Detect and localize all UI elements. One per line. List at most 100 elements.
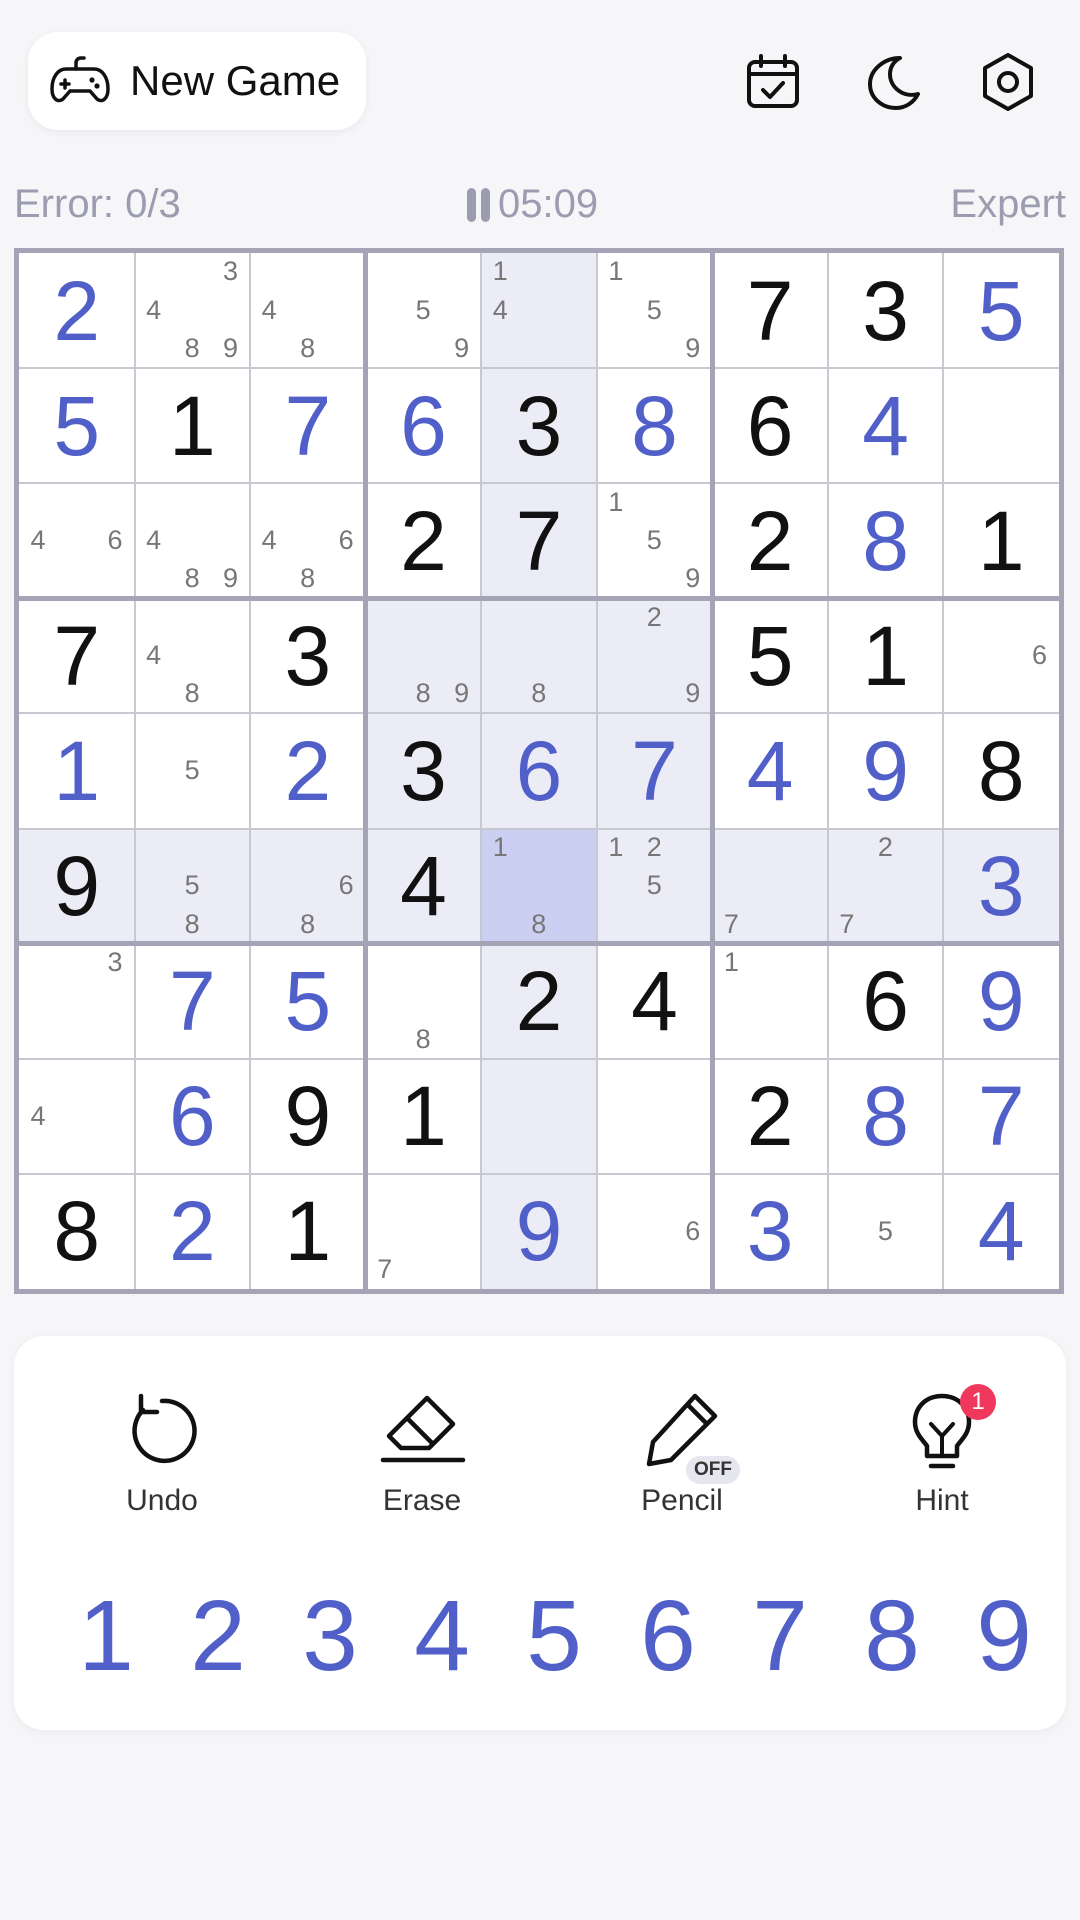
undo-button[interactable]: Undo: [62, 1386, 262, 1536]
moon-icon[interactable]: [860, 50, 924, 114]
cell-r4c5[interactable]: 8: [481, 598, 597, 714]
cell-r2c9[interactable]: [943, 368, 1059, 484]
cell-r4c9[interactable]: 6: [943, 598, 1059, 714]
cell-r5c6[interactable]: 7: [596, 713, 713, 829]
cell-r5c9[interactable]: 8: [943, 713, 1059, 829]
cell-r3c3[interactable]: 4 68: [250, 483, 366, 599]
number-key-3[interactable]: 3: [274, 1576, 386, 1696]
number-key-6[interactable]: 6: [612, 1576, 724, 1696]
cell-r7c8[interactable]: 6: [827, 943, 944, 1059]
cell-r2c7[interactable]: 6: [712, 368, 828, 484]
cell-r7c9[interactable]: 9: [943, 943, 1059, 1059]
cell-r6c3[interactable]: 68: [250, 828, 366, 944]
cell-r9c3[interactable]: 1: [250, 1173, 366, 1289]
cell-r3c9[interactable]: 1: [943, 483, 1059, 599]
cell-r1c4[interactable]: 59: [365, 253, 482, 369]
number-key-8[interactable]: 8: [836, 1576, 948, 1696]
pencil-button[interactable]: OFF Pencil: [582, 1386, 782, 1536]
cell-r9c9[interactable]: 4: [943, 1173, 1059, 1289]
cell-r5c5[interactable]: 6: [481, 713, 597, 829]
cell-r2c2[interactable]: 1: [134, 368, 251, 484]
new-game-button[interactable]: New Game: [28, 32, 366, 130]
calendar-check-icon[interactable]: [741, 50, 805, 114]
cell-r4c8[interactable]: 1: [827, 598, 944, 714]
cell-r9c1[interactable]: 8: [19, 1173, 135, 1289]
pause-icon[interactable]: [464, 186, 494, 224]
cell-r8c5[interactable]: [481, 1058, 597, 1174]
cell-r8c9[interactable]: 7: [943, 1058, 1059, 1174]
cell-r8c2[interactable]: 6: [134, 1058, 251, 1174]
cell-r6c1[interactable]: 9: [19, 828, 135, 944]
hint-button[interactable]: 1 Hint: [842, 1384, 1042, 1536]
cell-r2c8[interactable]: 4: [827, 368, 944, 484]
cell-r1c8[interactable]: 3: [827, 253, 944, 369]
cell-r7c4[interactable]: 8: [365, 943, 482, 1059]
cell-r4c4[interactable]: 89: [365, 598, 482, 714]
cell-r6c9[interactable]: 3: [943, 828, 1059, 944]
cell-r8c7[interactable]: 2: [712, 1058, 828, 1174]
cell-r1c5[interactable]: 14: [481, 253, 597, 369]
cell-r3c5[interactable]: 7: [481, 483, 597, 599]
cell-r9c2[interactable]: 2: [134, 1173, 251, 1289]
cell-r3c2[interactable]: 489: [134, 483, 251, 599]
timer[interactable]: 05:09: [464, 182, 598, 227]
cell-r5c7[interactable]: 4: [712, 713, 828, 829]
cell-r8c4[interactable]: 1: [365, 1058, 482, 1174]
number-key-5[interactable]: 5: [498, 1576, 610, 1696]
cell-r4c6[interactable]: 29: [596, 598, 713, 714]
cell-r1c2[interactable]: 3 489: [134, 253, 251, 369]
cell-r6c4[interactable]: 4: [365, 828, 482, 944]
cell-r9c4[interactable]: 7: [365, 1173, 482, 1289]
cell-r1c3[interactable]: 48: [250, 253, 366, 369]
cell-r5c2[interactable]: 5: [134, 713, 251, 829]
number-key-1[interactable]: 1: [50, 1576, 162, 1696]
cell-r7c2[interactable]: 7: [134, 943, 251, 1059]
settings-hex-icon[interactable]: [976, 50, 1040, 114]
cell-r3c4[interactable]: 2: [365, 483, 482, 599]
cell-r1c6[interactable]: 159: [596, 253, 713, 369]
cell-r7c1[interactable]: 3: [19, 943, 135, 1059]
cell-r8c1[interactable]: 4: [19, 1058, 135, 1174]
cell-r9c6[interactable]: 6: [596, 1173, 713, 1289]
cell-r1c1[interactable]: 2: [19, 253, 135, 369]
cell-r8c6[interactable]: [596, 1058, 713, 1174]
erase-button[interactable]: Erase: [322, 1386, 522, 1536]
cell-r7c5[interactable]: 2: [481, 943, 597, 1059]
cell-r6c7[interactable]: 7: [712, 828, 828, 944]
cell-r8c3[interactable]: 9: [250, 1058, 366, 1174]
cell-r6c5[interactable]: 18: [481, 828, 597, 944]
cell-r3c1[interactable]: 46: [19, 483, 135, 599]
cell-r7c6[interactable]: 4: [596, 943, 713, 1059]
number-key-2[interactable]: 2: [162, 1576, 274, 1696]
number-key-4[interactable]: 4: [386, 1576, 498, 1696]
cell-r6c8[interactable]: 27: [827, 828, 944, 944]
cell-r4c2[interactable]: 48: [134, 598, 251, 714]
cell-r2c3[interactable]: 7: [250, 368, 366, 484]
cell-r3c8[interactable]: 8: [827, 483, 944, 599]
cell-r1c9[interactable]: 5: [943, 253, 1059, 369]
cell-r5c3[interactable]: 2: [250, 713, 366, 829]
cell-r5c1[interactable]: 1: [19, 713, 135, 829]
cell-r4c7[interactable]: 5: [712, 598, 828, 714]
cell-r9c7[interactable]: 3: [712, 1173, 828, 1289]
cell-r3c6[interactable]: 159: [596, 483, 713, 599]
number-key-7[interactable]: 7: [724, 1576, 836, 1696]
cell-r2c5[interactable]: 3: [481, 368, 597, 484]
cell-r4c3[interactable]: 3: [250, 598, 366, 714]
cell-r2c1[interactable]: 5: [19, 368, 135, 484]
cell-r1c7[interactable]: 7: [712, 253, 828, 369]
cell-r2c6[interactable]: 8: [596, 368, 713, 484]
cell-r7c3[interactable]: 5: [250, 943, 366, 1059]
cell-r4c1[interactable]: 7: [19, 598, 135, 714]
cell-r6c6[interactable]: 12 5: [596, 828, 713, 944]
number-key-9[interactable]: 9: [948, 1576, 1060, 1696]
cell-r5c4[interactable]: 3: [365, 713, 482, 829]
cell-r2c4[interactable]: 6: [365, 368, 482, 484]
cell-r7c7[interactable]: 1: [712, 943, 828, 1059]
cell-r6c2[interactable]: 58: [134, 828, 251, 944]
cell-r3c7[interactable]: 2: [712, 483, 828, 599]
cell-r5c8[interactable]: 9: [827, 713, 944, 829]
cell-r9c5[interactable]: 9: [481, 1173, 597, 1289]
cell-r8c8[interactable]: 8: [827, 1058, 944, 1174]
cell-r9c8[interactable]: 5: [827, 1173, 944, 1289]
